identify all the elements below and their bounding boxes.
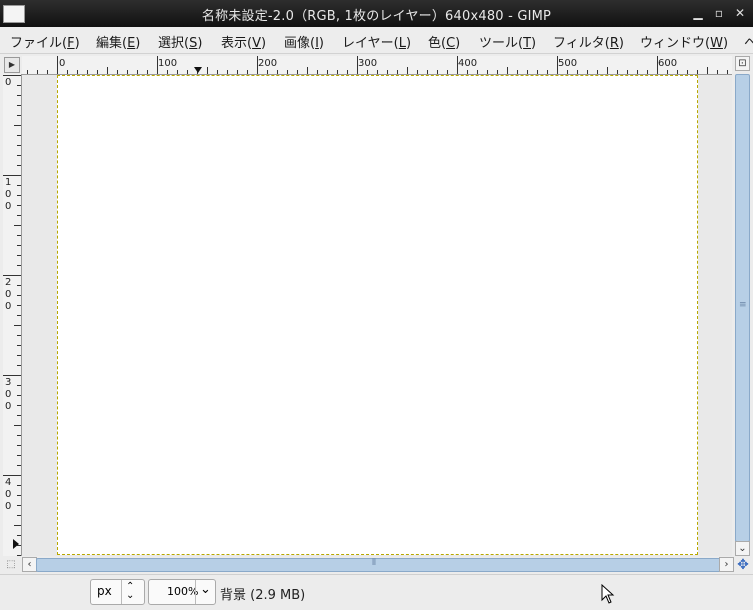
minimize-button[interactable]: ▁ <box>689 4 707 22</box>
scroll-grip-icon: ≡ <box>739 300 747 310</box>
hruler-label: 600 <box>658 58 677 69</box>
hruler-label: 400 <box>458 58 477 69</box>
vruler-label: 400 <box>5 477 11 512</box>
horizontal-scrollbar[interactable]: ‹ ⦀ › <box>22 557 734 572</box>
ruler-menu-icon: ▶ <box>8 60 16 69</box>
menu-view[interactable]: 表示(V) <box>221 32 266 51</box>
maximize-button[interactable]: ▫ <box>710 4 728 22</box>
menu-bar: ファイル(F) 編集(E) 選択(S) 表示(V) 画像(I) レイヤー(L) … <box>0 27 753 54</box>
scroll-grip-icon: ⦀ <box>372 558 376 568</box>
horizontal-scrollbar-thumb[interactable]: ⦀ <box>36 558 721 572</box>
zoom-image-button[interactable]: ⊡ <box>735 56 750 71</box>
quick-mask-icon: ⬚ <box>6 559 16 570</box>
title-bar[interactable]: 名称未設定-2.0（RGB, 1枚のレイヤー）640x480 - GIMP ▁ … <box>0 0 753 27</box>
menu-select[interactable]: 選択(S) <box>158 32 202 51</box>
gimp-window: 名称未設定-2.0（RGB, 1枚のレイヤー）640x480 - GIMP ▁ … <box>0 0 753 610</box>
layer-status-text: 背景 (2.9 MB) <box>220 588 306 603</box>
chevron-down-icon: ⌄ <box>738 543 747 554</box>
status-bar: px ⌃ ⌄ 100% ⌄ 背景 (2.9 MB) <box>0 574 753 610</box>
unit-selector[interactable]: px ⌃ ⌄ <box>90 579 145 605</box>
close-button[interactable]: ✕ <box>731 4 749 22</box>
unit-stepper-icon: ⌃ ⌄ <box>126 581 135 601</box>
horizontal-ruler-ticks: 0 100 200 300 400 500 600 <box>27 56 728 74</box>
menu-tools[interactable]: ツール(T) <box>479 32 536 51</box>
menu-layer[interactable]: レイヤー(L) <box>342 32 411 51</box>
hruler-label: 200 <box>258 58 277 69</box>
image-canvas[interactable] <box>57 75 698 555</box>
vruler-label: 100 <box>5 177 11 212</box>
mouse-pointer-icon <box>601 584 615 604</box>
pointer-position-marker <box>194 67 202 73</box>
zoom-value[interactable]: 100% <box>167 585 198 598</box>
quick-mask-toggle[interactable]: ⬚ <box>4 558 18 572</box>
zoom-image-icon: ⊡ <box>738 58 747 69</box>
hruler-label: 500 <box>558 58 577 69</box>
vertical-scrollbar[interactable]: ⊡ ≡ ⌄ <box>733 56 750 556</box>
vruler-label: 200 <box>5 277 11 312</box>
horizontal-ruler[interactable]: 0 100 200 300 400 500 600 <box>22 56 732 75</box>
menu-windows[interactable]: ウィンドウ(W) <box>640 32 728 51</box>
zoom-selector[interactable]: 100% ⌄ <box>148 579 216 605</box>
menu-colors[interactable]: 色(C) <box>428 32 460 51</box>
unit-value: px <box>97 584 112 598</box>
hruler-label: 100 <box>158 58 177 69</box>
vertical-scrollbar-thumb[interactable]: ≡ <box>735 74 750 542</box>
chevron-right-icon: › <box>724 559 729 570</box>
vruler-label: 0 <box>5 77 11 88</box>
scroll-left-button[interactable]: ‹ <box>22 557 37 572</box>
window-title: 名称未設定-2.0（RGB, 1枚のレイヤー）640x480 - GIMP <box>201 9 552 24</box>
vertical-ruler-ticks: 0 1 0 0 2 0 0 3 0 0 4 0 0 <box>3 75 21 556</box>
vruler-label: 300 <box>5 377 11 412</box>
chevron-down-icon: ⌄ <box>200 582 211 597</box>
menu-image[interactable]: 画像(I) <box>284 32 324 51</box>
menu-help[interactable]: ヘ <box>744 32 753 51</box>
navigate-button[interactable]: ✥ <box>735 557 751 573</box>
navigate-icon: ✥ <box>737 557 749 573</box>
vertical-ruler[interactable]: 0 100 200 300 400 <box>3 74 22 556</box>
canvas-area[interactable] <box>22 75 732 556</box>
menu-filters[interactable]: フィルタ(R) <box>553 32 624 51</box>
menu-file[interactable]: ファイル(F) <box>10 32 80 51</box>
ruler-menu-button[interactable]: ▶ <box>4 57 20 73</box>
pointer-position-marker-vertical <box>13 539 19 549</box>
hruler-label: 0 <box>59 58 65 69</box>
chevron-left-icon: ‹ <box>27 559 32 570</box>
hruler-label: 300 <box>358 58 377 69</box>
scroll-right-button[interactable]: › <box>719 557 734 572</box>
menu-edit[interactable]: 編集(E) <box>96 32 140 51</box>
scroll-down-button[interactable]: ⌄ <box>735 541 750 556</box>
